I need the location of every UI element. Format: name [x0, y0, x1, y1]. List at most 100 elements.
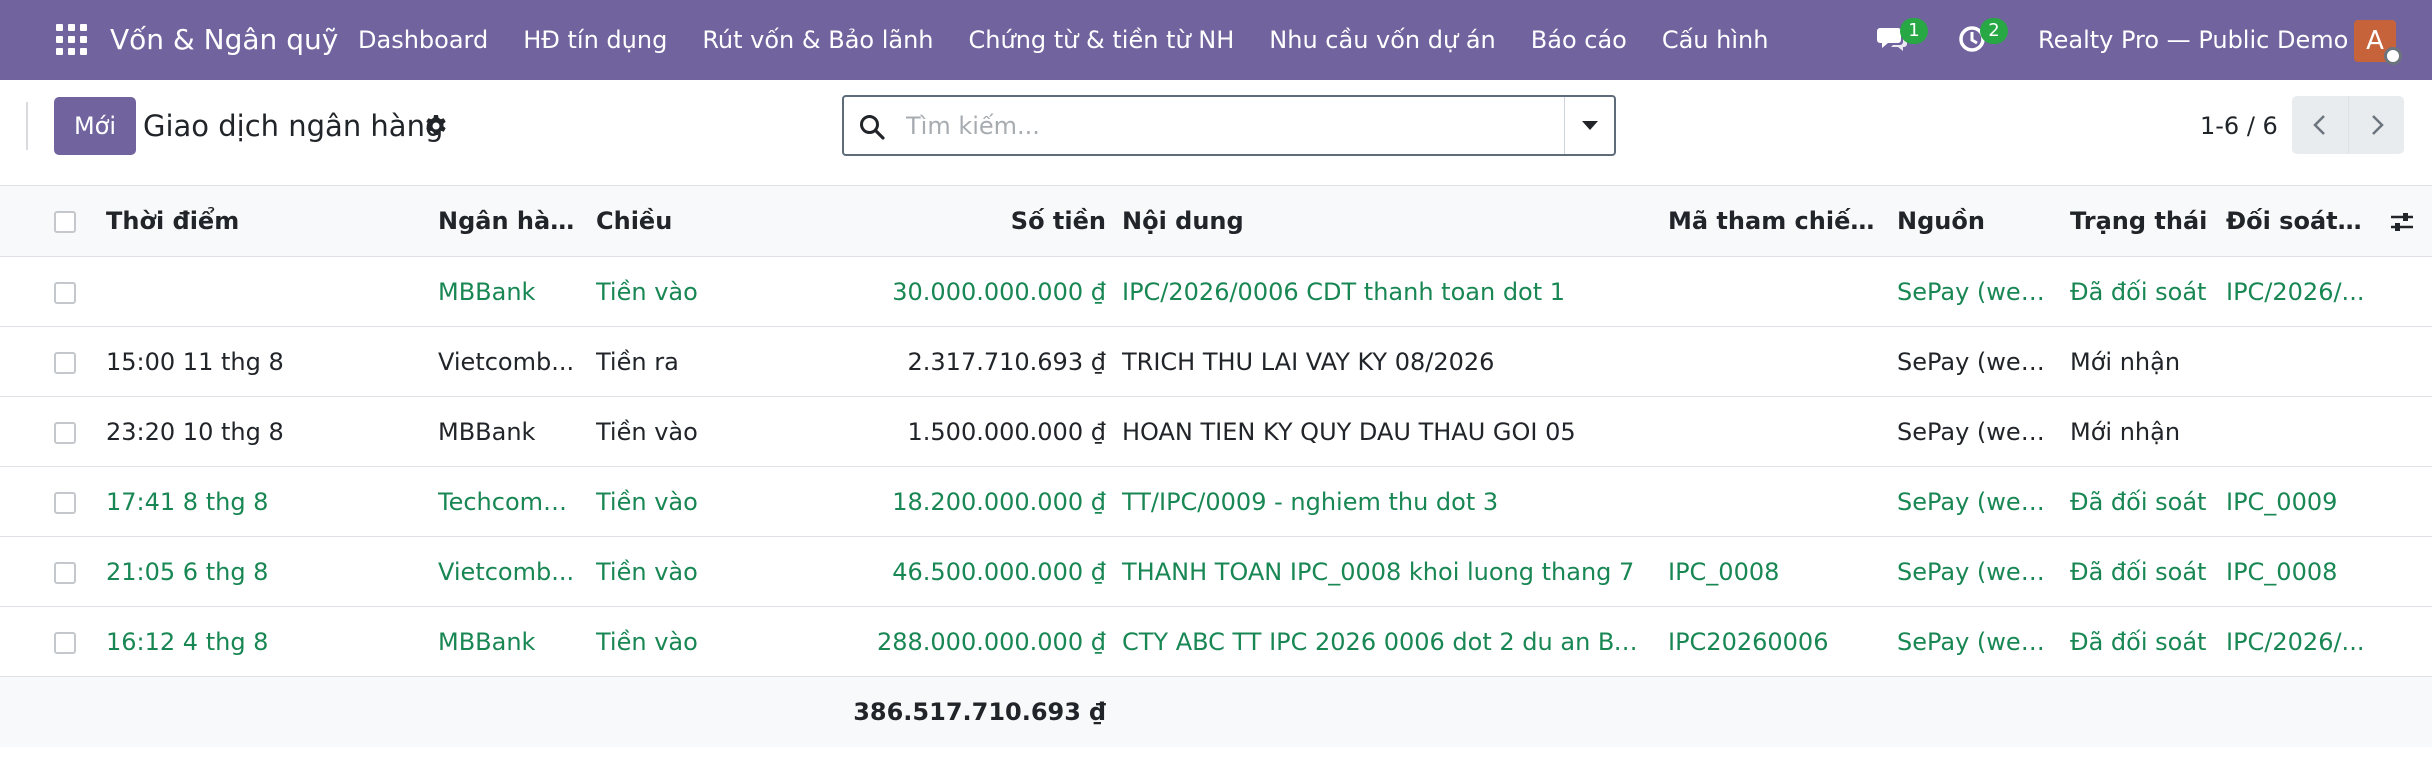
- cell-content: THANH TOAN IPC_0008 khoi luong thang 7: [1122, 558, 1635, 586]
- menu-item-dashboard[interactable]: Dashboard: [358, 0, 488, 80]
- cell-time: 15:00 11 thg 8: [106, 348, 284, 376]
- gear-icon[interactable]: [424, 114, 448, 138]
- caret-down-icon: [1582, 121, 1598, 130]
- column-header-direction[interactable]: Chiều: [596, 186, 796, 257]
- cell-state: Đã đối soát: [2070, 278, 2207, 306]
- table-row[interactable]: 21:05 6 thg 8 Vietcomb... Tiền vào 46.50…: [0, 537, 2432, 607]
- column-header-amount[interactable]: Số tiền: [800, 186, 1106, 257]
- cell-reconcile: IPC_0009: [2226, 488, 2338, 516]
- control-panel: Mới Giao dịch ngân hàng 1-6 / 6: [0, 80, 2432, 186]
- column-header-content[interactable]: Nội dung: [1122, 186, 1642, 257]
- main-menu: Dashboard HĐ tín dụng Rút vốn & Bảo lãnh…: [358, 0, 1803, 80]
- row-checkbox[interactable]: [54, 562, 76, 584]
- app-grid-icon[interactable]: [56, 24, 88, 56]
- cell-amount: 1.500.000.000 ₫: [907, 418, 1106, 446]
- cell-amount: 30.000.000.000 ₫: [892, 278, 1106, 306]
- cell-direction: Tiền vào: [596, 278, 698, 306]
- new-button[interactable]: Mới: [54, 97, 136, 155]
- menu-item-disbursement-guarantee[interactable]: Rút vốn & Bảo lãnh: [702, 0, 933, 80]
- cell-direction: Tiền vào: [596, 558, 698, 586]
- page-title: Giao dịch ngân hàng: [143, 109, 444, 143]
- cell-bank: Vietcomb...: [438, 348, 575, 376]
- cell-content: HOAN TIEN KY QUY DAU THAU GOI 05: [1122, 418, 1576, 446]
- table-row[interactable]: 16:12 4 thg 8 MBBank Tiền vào 288.000.00…: [0, 607, 2432, 677]
- table-row[interactable]: 15:00 11 thg 8 Vietcomb... Tiền ra 2.317…: [0, 327, 2432, 397]
- column-header-time[interactable]: Thời điểm: [106, 186, 426, 257]
- column-header-source[interactable]: Nguồn: [1897, 186, 2053, 257]
- cell-amount: 288.000.000.000 ₫: [876, 628, 1106, 656]
- app-title[interactable]: Vốn & Ngân quỹ: [110, 22, 338, 58]
- pager-value[interactable]: 1-6 / 6: [2200, 108, 2278, 144]
- cell-direction: Tiền ra: [596, 348, 679, 376]
- row-checkbox[interactable]: [54, 492, 76, 514]
- cell-content: IPC/2026/0006 CDT thanh toan dot 1: [1122, 278, 1566, 306]
- company-switcher[interactable]: Realty Pro — Public Demo: [2038, 22, 2348, 58]
- cell-state: Đã đối soát: [2070, 628, 2207, 656]
- menu-item-project-capital[interactable]: Nhu cầu vốn dự án: [1269, 0, 1495, 80]
- pager-previous-button[interactable]: [2292, 96, 2348, 154]
- cell-reconcile: IPC/2026/...: [2226, 278, 2365, 306]
- select-all-checkbox[interactable]: [54, 211, 76, 233]
- optional-columns-icon[interactable]: [2388, 208, 2416, 236]
- cell-source: SePay (web...: [1897, 628, 2053, 656]
- cell-bank: MBBank: [438, 278, 536, 306]
- activities-badge: 2: [1980, 18, 2008, 44]
- cell-bank: MBBank: [438, 418, 536, 446]
- menu-item-credit-contracts[interactable]: HĐ tín dụng: [523, 0, 667, 80]
- cell-reconcile: IPC/2026/...: [2226, 628, 2365, 656]
- search-bar: [842, 95, 1616, 156]
- cell-bank: Vietcomb...: [438, 558, 575, 586]
- column-header-reference[interactable]: Mã tham chiếu (...: [1668, 186, 1886, 257]
- row-checkbox[interactable]: [54, 282, 76, 304]
- column-header-bank[interactable]: Ngân hàng: [438, 186, 578, 257]
- cell-source: SePay (web...: [1897, 558, 2053, 586]
- table-row[interactable]: 23:20 10 thg 8 MBBank Tiền vào 1.500.000…: [0, 397, 2432, 467]
- search-options-toggle[interactable]: [1564, 97, 1614, 154]
- pager-next-button[interactable]: [2348, 96, 2404, 154]
- bank-transaction-list: Thời điểm Ngân hàng Chiều Số tiền Nội du…: [0, 186, 2432, 747]
- cell-state: Đã đối soát: [2070, 558, 2207, 586]
- column-header-state[interactable]: Trạng thái: [2070, 186, 2210, 257]
- cell-source: SePay (web...: [1897, 348, 2053, 376]
- cell-amount: 18.200.000.000 ₫: [892, 488, 1106, 516]
- user-status-icon: [2384, 47, 2402, 65]
- column-header-reconcile[interactable]: Đối soát v...: [2226, 186, 2366, 257]
- row-checkbox[interactable]: [54, 632, 76, 654]
- cell-amount: 46.500.000.000 ₫: [892, 558, 1106, 586]
- cell-direction: Tiền vào: [596, 488, 698, 516]
- cell-time: 16:12 4 thg 8: [106, 628, 269, 656]
- top-navbar: Vốn & Ngân quỹ Dashboard HĐ tín dụng Rút…: [0, 0, 2432, 80]
- menu-item-reports[interactable]: Báo cáo: [1531, 0, 1627, 80]
- cell-content: CTY ABC TT IPC 2026 0006 dot 2 du an BV.…: [1122, 628, 1642, 656]
- cell-bank: MBBank: [438, 628, 536, 656]
- table-footer: 386.517.710.693 ₫: [0, 677, 2432, 747]
- activities-button[interactable]: 2: [1956, 18, 2008, 58]
- cell-direction: Tiền vào: [596, 418, 698, 446]
- table-row[interactable]: MBBank Tiền vào 30.000.000.000 ₫ IPC/202…: [0, 257, 2432, 327]
- chevron-right-icon: [2372, 115, 2384, 135]
- search-icon: [860, 115, 885, 140]
- cell-direction: Tiền vào: [596, 628, 698, 656]
- cell-reference: IPC20260006: [1668, 628, 1829, 656]
- search-input[interactable]: [906, 107, 1506, 145]
- row-checkbox[interactable]: [54, 352, 76, 374]
- cell-content: TT/IPC/0009 - nghiem thu dot 3: [1122, 488, 1499, 516]
- messages-button[interactable]: 1: [1876, 18, 1928, 58]
- cell-content: TRICH THU LAI VAY KY 08/2026: [1122, 348, 1495, 376]
- cell-time: 21:05 6 thg 8: [106, 558, 269, 586]
- cell-time: 23:20 10 thg 8: [106, 418, 284, 446]
- cell-state: Đã đối soát: [2070, 488, 2207, 516]
- cell-reconcile: IPC_0008: [2226, 558, 2338, 586]
- menu-item-bank-documents[interactable]: Chứng từ & tiền từ NH: [969, 0, 1235, 80]
- divider: [26, 102, 28, 150]
- amount-total: 386.517.710.693 ₫: [853, 698, 1106, 726]
- cell-time: 17:41 8 thg 8: [106, 488, 269, 516]
- cell-reference: IPC_0008: [1668, 558, 1780, 586]
- cell-source: SePay (web...: [1897, 488, 2053, 516]
- menu-item-configuration[interactable]: Cấu hình: [1662, 0, 1769, 80]
- table-row[interactable]: 17:41 8 thg 8 Techcomb... Tiền vào 18.20…: [0, 467, 2432, 537]
- cell-state: Mới nhận: [2070, 418, 2181, 446]
- cell-source: SePay (web...: [1897, 418, 2053, 446]
- row-checkbox[interactable]: [54, 422, 76, 444]
- cell-amount: 2.317.710.693 ₫: [907, 348, 1106, 376]
